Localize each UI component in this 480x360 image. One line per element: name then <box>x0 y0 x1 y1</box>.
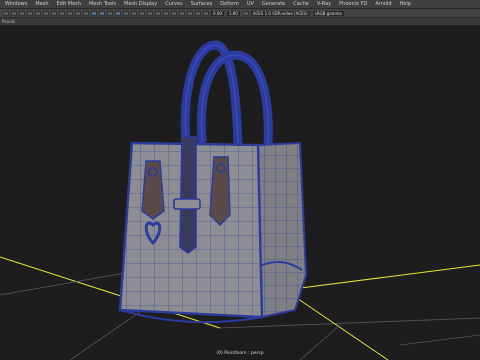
menu-surfaces[interactable]: Surfaces <box>191 1 213 7</box>
perspective-viewport[interactable]: (0) Pointloom : persp <box>0 25 480 360</box>
viewport-toolbar: 0.00 1.00 ACES 1.0 SDR-video (ACES) sRGB… <box>0 9 480 18</box>
menu-edit-mesh[interactable]: Edit Mesh <box>57 1 81 7</box>
menu-help[interactable]: Help <box>400 1 411 7</box>
view-transform-field[interactable]: ACES 1.0 SDR-video (ACES) <box>250 10 310 16</box>
grid-axis-z <box>284 264 480 291</box>
camera-attributes-button[interactable] <box>11 10 17 16</box>
menu-windows[interactable]: Windows <box>5 1 27 7</box>
isolate-select-button[interactable] <box>179 10 185 16</box>
gate-mask-button[interactable] <box>59 10 65 16</box>
viewport-canvas[interactable] <box>0 25 480 360</box>
bookmark-button[interactable] <box>19 10 25 16</box>
film-gate-button[interactable] <box>43 10 49 16</box>
safe-title-button[interactable] <box>83 10 89 16</box>
safe-action-button[interactable] <box>75 10 81 16</box>
xray-button[interactable] <box>187 10 193 16</box>
motion-blur-button[interactable] <box>155 10 161 16</box>
camera-select-button[interactable] <box>3 10 9 16</box>
smooth-shade-button[interactable] <box>99 10 105 16</box>
main-menu-bar: Windows Mesh Edit Mesh Mesh Tools Mesh D… <box>0 0 480 9</box>
resolution-gate-button[interactable] <box>51 10 57 16</box>
depth-of-field-button[interactable] <box>171 10 177 16</box>
menu-mesh-tools[interactable]: Mesh Tools <box>89 1 116 7</box>
multisample-aa-button[interactable] <box>163 10 169 16</box>
colorspace-field[interactable]: sRGB gamma <box>312 10 344 16</box>
grid-line <box>219 317 480 329</box>
image-plane-button[interactable] <box>27 10 33 16</box>
panel-menu-bar: Panels <box>0 18 480 25</box>
menu-arnold[interactable]: Arnold <box>375 1 391 7</box>
menu-curves[interactable]: Curves <box>165 1 182 7</box>
use-all-lights-button[interactable] <box>131 10 137 16</box>
menu-mesh[interactable]: Mesh <box>35 1 48 7</box>
xray-joints-button[interactable] <box>195 10 201 16</box>
right-tab <box>209 156 231 226</box>
shadows-button[interactable] <box>139 10 145 16</box>
menu-uv[interactable]: UV <box>247 1 254 7</box>
menu-phoenix-fd[interactable]: Phoenix FD <box>339 1 367 7</box>
default-material-button[interactable] <box>107 10 113 16</box>
exposure-field[interactable]: 0.00 <box>211 10 224 16</box>
buckle <box>173 198 201 210</box>
wireframe-on-shaded-button[interactable] <box>115 10 121 16</box>
color-management-button[interactable] <box>242 10 249 16</box>
menu-vray[interactable]: V-Ray <box>317 1 331 7</box>
xray-components-button[interactable] <box>203 10 209 16</box>
menu-generate[interactable]: Generate <box>262 1 285 7</box>
menu-cache[interactable]: Cache <box>293 1 309 7</box>
menu-deform[interactable]: Deform <box>220 1 239 7</box>
bag-handles <box>180 40 273 150</box>
panels-menu[interactable]: Panels <box>2 19 15 24</box>
camera-label: (0) Pointloom : persp <box>216 351 264 356</box>
bag-side-panel <box>256 141 308 319</box>
wireframe-button[interactable] <box>91 10 97 16</box>
textured-button[interactable] <box>123 10 129 16</box>
gamma-field[interactable]: 1.00 <box>226 10 240 16</box>
grid-toggle-button[interactable] <box>35 10 41 16</box>
menu-mesh-display[interactable]: Mesh Display <box>124 1 157 7</box>
screen-space-ao-button[interactable] <box>147 10 153 16</box>
field-chart-button[interactable] <box>67 10 73 16</box>
grid-line <box>399 334 480 346</box>
